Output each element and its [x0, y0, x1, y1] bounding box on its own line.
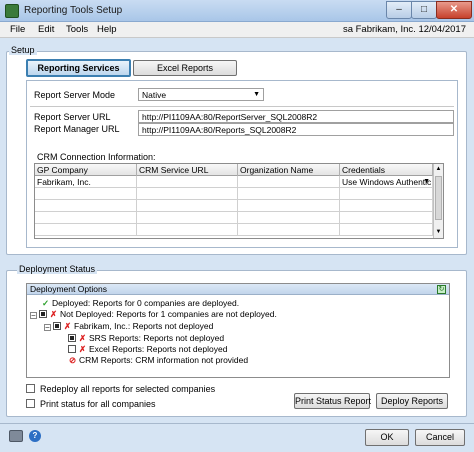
collapse-icon[interactable]: – [30, 312, 37, 319]
scroll-down-icon[interactable]: ▼ [435, 228, 442, 236]
redeploy-checkbox[interactable] [26, 384, 35, 393]
minimize-button[interactable]: – [386, 1, 412, 19]
credentials-value: Use Windows Authentic [342, 177, 432, 187]
refresh-icon[interactable]: ↻ [437, 285, 446, 294]
table-row[interactable] [35, 212, 433, 224]
node-checkbox[interactable] [68, 334, 76, 342]
error-x-icon: ✗ [49, 309, 58, 319]
node-checkbox[interactable] [53, 322, 61, 330]
tree-node-fabrikam[interactable]: – ✗ Fabrikam, Inc.: Reports not deployed [44, 321, 213, 332]
chevron-down-icon: ▼ [253, 91, 260, 98]
report-server-mode-label: Report Server Mode [34, 90, 116, 100]
menu-file[interactable]: File [10, 24, 25, 35]
node-checkbox[interactable] [68, 345, 76, 353]
scrollbar-thumb[interactable] [435, 176, 442, 220]
tab-excel-reports[interactable]: Excel Reports [133, 60, 237, 76]
cell-organization-name[interactable] [238, 176, 340, 188]
session-status: sa Fabrikam, Inc. 12/04/2017 [342, 24, 466, 35]
cell-gp-company[interactable]: Fabrikam, Inc. [35, 176, 137, 188]
tab-reporting-services[interactable]: Reporting Services [26, 59, 131, 77]
tree-node-srs-reports[interactable]: ✗ SRS Reports: Reports not deployed [68, 333, 224, 344]
bottom-bar: ? OK Cancel [0, 423, 474, 452]
scroll-up-icon[interactable]: ▲ [435, 165, 442, 173]
error-x-icon: ✗ [63, 321, 72, 331]
print-status-report-button[interactable]: Print Status Report [294, 393, 371, 409]
grid-scrollbar[interactable]: ▲ ▼ [433, 164, 443, 238]
column-header-organization-name[interactable]: Organization Name [238, 164, 340, 176]
redeploy-label: Redeploy all reports for selected compan… [40, 384, 216, 394]
tree-node-crm-reports[interactable]: ⊘ CRM Reports: CRM information not provid… [68, 355, 248, 366]
table-row[interactable] [35, 200, 433, 212]
checkmark-icon: ✓ [41, 298, 50, 308]
cell-crm-service-url[interactable] [137, 176, 238, 188]
prohibited-icon: ⊘ [68, 355, 77, 365]
maximize-button[interactable]: □ [411, 1, 437, 19]
menu-tools[interactable]: Tools [66, 24, 88, 35]
setup-group-title: Setup [9, 45, 37, 55]
collapse-icon[interactable]: – [44, 324, 51, 331]
menu-edit[interactable]: Edit [38, 24, 54, 35]
column-header-credentials[interactable]: Credentials [340, 164, 433, 176]
window-title: Reporting Tools Setup [24, 5, 123, 16]
divider [30, 106, 454, 107]
report-manager-url-field[interactable]: http://PI1109AA:80/Reports_SQL2008R2 [138, 123, 454, 136]
print-status-all-label: Print status for all companies [40, 399, 156, 409]
chevron-down-icon: ▼ [423, 178, 430, 185]
cell-credentials-select[interactable]: Use Windows Authentic ▼ [340, 176, 433, 188]
error-x-icon: ✗ [78, 333, 87, 343]
table-row[interactable] [35, 188, 433, 200]
printer-icon[interactable] [9, 430, 23, 442]
error-x-icon: ✗ [78, 344, 87, 354]
table-row[interactable]: Fabrikam, Inc. Use Windows Authentic ▼ [35, 176, 433, 188]
print-status-all-checkbox[interactable] [26, 399, 35, 408]
grid-header: GP Company CRM Service URL Organization … [35, 164, 433, 176]
deployment-status-title: Deployment Status [17, 264, 98, 274]
cancel-button[interactable]: Cancel [415, 429, 465, 446]
deploy-reports-button[interactable]: Deploy Reports [376, 393, 448, 409]
menu-bar: File Edit Tools Help sa Fabrikam, Inc. 1… [0, 22, 474, 38]
redeploy-option[interactable]: Redeploy all reports for selected compan… [26, 384, 215, 394]
ok-button[interactable]: OK [365, 429, 409, 446]
tree-node-not-deployed[interactable]: – ✗ Not Deployed: Reports for 1 companies … [30, 309, 277, 320]
column-header-crm-service-url[interactable]: CRM Service URL [137, 164, 238, 176]
deployment-tree: Deployment Options ↻ ✓ Deployed: Reports … [26, 283, 450, 378]
help-icon[interactable]: ? [29, 430, 41, 442]
report-server-mode-value: Native [142, 90, 167, 100]
app-icon [5, 4, 19, 18]
menu-help[interactable]: Help [97, 24, 117, 35]
crm-connection-grid: GP Company CRM Service URL Organization … [34, 163, 444, 239]
table-row[interactable] [35, 224, 433, 236]
report-server-url-label: Report Server URL [34, 112, 111, 122]
title-bar: Reporting Tools Setup – □ ✕ [0, 0, 474, 22]
report-manager-url-label: Report Manager URL [34, 124, 120, 134]
node-checkbox[interactable] [39, 310, 47, 318]
report-server-url-field[interactable]: http://PI1109AA:80/ReportServer_SQL2008R… [138, 110, 454, 123]
tree-node-excel-reports[interactable]: ✗ Excel Reports: Reports not deployed [68, 344, 227, 355]
close-button[interactable]: ✕ [436, 1, 472, 19]
deployment-options-header: Deployment Options [27, 284, 449, 295]
crm-connection-label: CRM Connection Information: [37, 152, 156, 162]
report-server-mode-select[interactable]: Native ▼ [138, 88, 264, 101]
column-header-gp-company[interactable]: GP Company [35, 164, 137, 176]
tree-node-deployed[interactable]: ✓ Deployed: Reports for 0 companies are d… [41, 298, 239, 309]
print-status-all-option[interactable]: Print status for all companies [26, 399, 156, 409]
